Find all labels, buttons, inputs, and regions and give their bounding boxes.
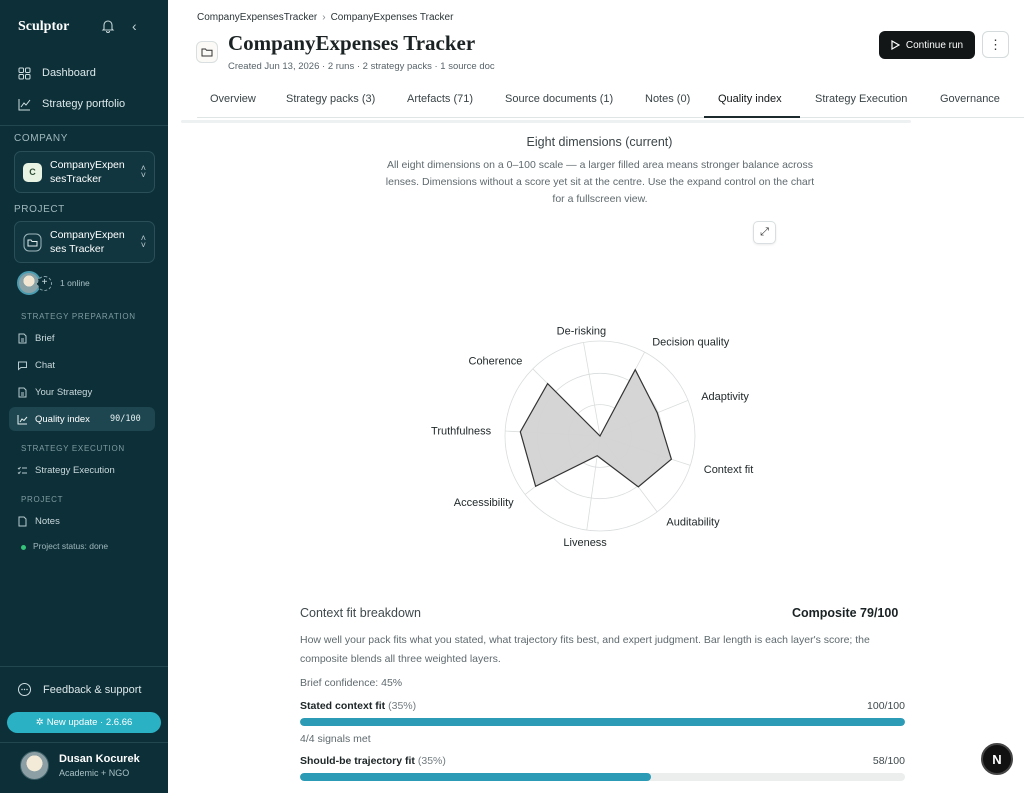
chart-icon bbox=[18, 98, 31, 110]
row-weight: (35%) bbox=[417, 755, 446, 767]
stated-context-fit-value: 100/100 bbox=[867, 700, 905, 712]
radar-axis-label: Auditability bbox=[666, 516, 720, 528]
nav-strategy-portfolio[interactable]: Strategy portfolio bbox=[17, 95, 125, 113]
status-dot bbox=[21, 545, 26, 550]
sidebar-item-label: Brief bbox=[35, 332, 55, 344]
radar-axis-label: Accessibility bbox=[454, 497, 514, 509]
sidebar: Sculptor ‹ Dashboard Strategy portfolio … bbox=[0, 0, 168, 793]
trajectory-fit-label: Should-be trajectory fit (35%) bbox=[300, 755, 446, 767]
sidebar-divider bbox=[0, 742, 168, 743]
sidebar-item-quality-index[interactable]: Quality index bbox=[17, 411, 90, 427]
sidebar-item-strategy-execution[interactable]: Strategy Execution bbox=[17, 462, 115, 478]
project-status: Project status: done bbox=[33, 541, 109, 551]
brand-logo[interactable]: Sculptor bbox=[18, 19, 69, 35]
stated-context-fit-bar-fill bbox=[300, 718, 905, 726]
assistant-button[interactable]: N bbox=[981, 743, 1013, 775]
company-name: CompanyExpensesTracker bbox=[50, 159, 125, 185]
signals-met-note: 4/4 signals met bbox=[300, 733, 371, 745]
row-weight: (35%) bbox=[388, 700, 417, 712]
radar-axis-label: Coherence bbox=[469, 355, 523, 367]
chevron-up-down-icon: ˄ ˅ bbox=[140, 233, 146, 250]
chat-icon bbox=[18, 683, 31, 696]
company-badge: C bbox=[23, 162, 42, 182]
radar-axis-label: Adaptivity bbox=[701, 391, 749, 403]
prep-section-label: STRATEGY PREPARATION bbox=[21, 312, 136, 321]
project-sub-section-label: PROJECT bbox=[21, 495, 64, 504]
note-icon bbox=[18, 516, 27, 526]
user-name: Dusan Kocurek bbox=[59, 753, 140, 765]
row-label-text: Should-be trajectory fit bbox=[300, 755, 415, 767]
line-chart-icon bbox=[17, 414, 28, 424]
radar-chart: De-risking Decision quality Adaptivity Cont… bbox=[431, 326, 754, 549]
radar-axis-label: De-risking bbox=[557, 326, 607, 338]
radar-series-area bbox=[519, 368, 673, 488]
sidebar-divider bbox=[0, 666, 168, 667]
row-label-text: Stated context fit bbox=[300, 700, 386, 712]
brief-confidence: Brief confidence: 45% bbox=[300, 677, 403, 689]
project-section-label: PROJECT bbox=[14, 204, 65, 215]
feedback-label: Feedback & support bbox=[43, 683, 142, 696]
chevron-up-down-icon: ˄ ˅ bbox=[140, 163, 146, 180]
presence-indicator[interactable]: + 1 online bbox=[17, 271, 90, 295]
trajectory-fit-value: 58/100 bbox=[872, 755, 905, 767]
sidebar-item-brief[interactable]: Brief bbox=[17, 330, 55, 346]
plus-icon[interactable]: + bbox=[37, 275, 52, 291]
checklist-icon bbox=[17, 466, 27, 474]
project-name: CompanyExpenses Tracker bbox=[50, 229, 125, 255]
sidebar-item-chat[interactable]: Chat bbox=[17, 357, 55, 373]
composite-score: Composite 79/100 bbox=[792, 606, 899, 620]
sidebar-item-your-strategy[interactable]: Your Strategy bbox=[17, 384, 92, 400]
sidebar-divider bbox=[0, 125, 168, 126]
bell-icon[interactable] bbox=[101, 19, 115, 33]
main-content: CompanyExpensesTracker › CompanyExpenses… bbox=[175, 0, 1024, 793]
radar-axis-label: Decision quality bbox=[652, 337, 730, 349]
company-switcher[interactable]: C CompanyExpensesTracker ˄ ˅ bbox=[14, 151, 155, 193]
sidebar-item-label: Chat bbox=[35, 359, 56, 371]
document-icon bbox=[18, 387, 27, 397]
sidebar-item-label: Notes bbox=[35, 515, 60, 527]
nav-strategy-portfolio-label: Strategy portfolio bbox=[42, 98, 126, 110]
avatar bbox=[20, 751, 49, 780]
company-section-label: COMPANY bbox=[14, 133, 69, 144]
new-update-button[interactable]: ✲ New update · 2.6.66 bbox=[7, 712, 161, 733]
stated-context-fit-bar bbox=[300, 718, 905, 726]
sidebar-item-label: Strategy Execution bbox=[35, 464, 115, 476]
sidebar-item-notes[interactable]: Notes bbox=[17, 513, 60, 529]
project-switcher[interactable]: CompanyExpenses Tracker ˄ ˅ bbox=[14, 221, 155, 263]
sidebar-item-label: Your Strategy bbox=[35, 386, 93, 398]
exec-section-label: STRATEGY EXECUTION bbox=[21, 444, 125, 453]
folder-icon bbox=[23, 233, 42, 251]
nav-dashboard[interactable]: Dashboard bbox=[17, 64, 96, 82]
radar-axis-label: Liveness bbox=[563, 537, 607, 549]
radar-axis-label: Context fit bbox=[704, 464, 754, 476]
stated-context-fit-label: Stated context fit (35%) bbox=[300, 700, 416, 712]
radar-axis-label: Truthfulness bbox=[431, 425, 492, 437]
sidebar-item-label: Quality index bbox=[35, 413, 90, 425]
online-count: 1 online bbox=[60, 278, 90, 288]
collapse-sidebar-icon[interactable]: ‹ bbox=[132, 19, 144, 33]
trajectory-fit-bar-fill bbox=[300, 773, 651, 781]
dashboard-icon bbox=[18, 67, 31, 79]
feedback-link[interactable]: Feedback & support bbox=[17, 682, 141, 697]
user-profile[interactable]: Dusan Kocurek Academic + NGO bbox=[20, 751, 140, 780]
quality-index-score: 90/100 bbox=[110, 414, 141, 424]
trajectory-fit-bar bbox=[300, 773, 905, 781]
document-icon bbox=[18, 333, 27, 343]
update-label: New update · 2.6.66 bbox=[46, 717, 133, 728]
user-role: Academic + NGO bbox=[59, 768, 130, 778]
nav-dashboard-label: Dashboard bbox=[42, 67, 96, 79]
breakdown-description: How well your pack fits what you stated,… bbox=[300, 634, 870, 665]
sparkle-icon: ✲ bbox=[35, 717, 44, 728]
breakdown-title: Context fit breakdown bbox=[300, 606, 421, 620]
chat-icon bbox=[18, 361, 27, 371]
